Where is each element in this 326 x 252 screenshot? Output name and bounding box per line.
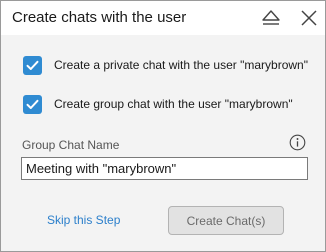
create-chats-dialog: Create chats with the user Create a priv… <box>0 0 326 252</box>
checkmark-icon <box>26 99 39 109</box>
group-chat-checkbox[interactable] <box>23 94 42 114</box>
checkmark-icon <box>26 60 39 70</box>
create-chats-button[interactable]: Create Chat(s) <box>168 206 284 235</box>
group-chat-label[interactable]: Create group chat with the user "marybro… <box>54 97 293 111</box>
info-icon <box>289 134 306 151</box>
private-chat-option[interactable]: Create a private chat with the user "mar… <box>23 54 308 76</box>
group-chat-name-label: Group Chat Name <box>22 138 120 152</box>
collapse-button[interactable] <box>258 5 284 31</box>
title-bar: Create chats with the user <box>1 1 325 35</box>
info-button[interactable] <box>289 134 306 151</box>
dialog-title: Create chats with the user <box>12 9 187 26</box>
private-chat-label[interactable]: Create a private chat with the user "mar… <box>54 58 308 72</box>
close-button[interactable] <box>296 5 322 31</box>
close-icon <box>301 10 317 26</box>
group-chat-name-input[interactable] <box>21 157 308 180</box>
group-chat-option[interactable]: Create group chat with the user "marybro… <box>23 93 293 115</box>
private-chat-checkbox[interactable] <box>23 55 42 75</box>
eject-icon <box>262 10 280 25</box>
skip-step-link[interactable]: Skip this Step <box>47 213 120 227</box>
